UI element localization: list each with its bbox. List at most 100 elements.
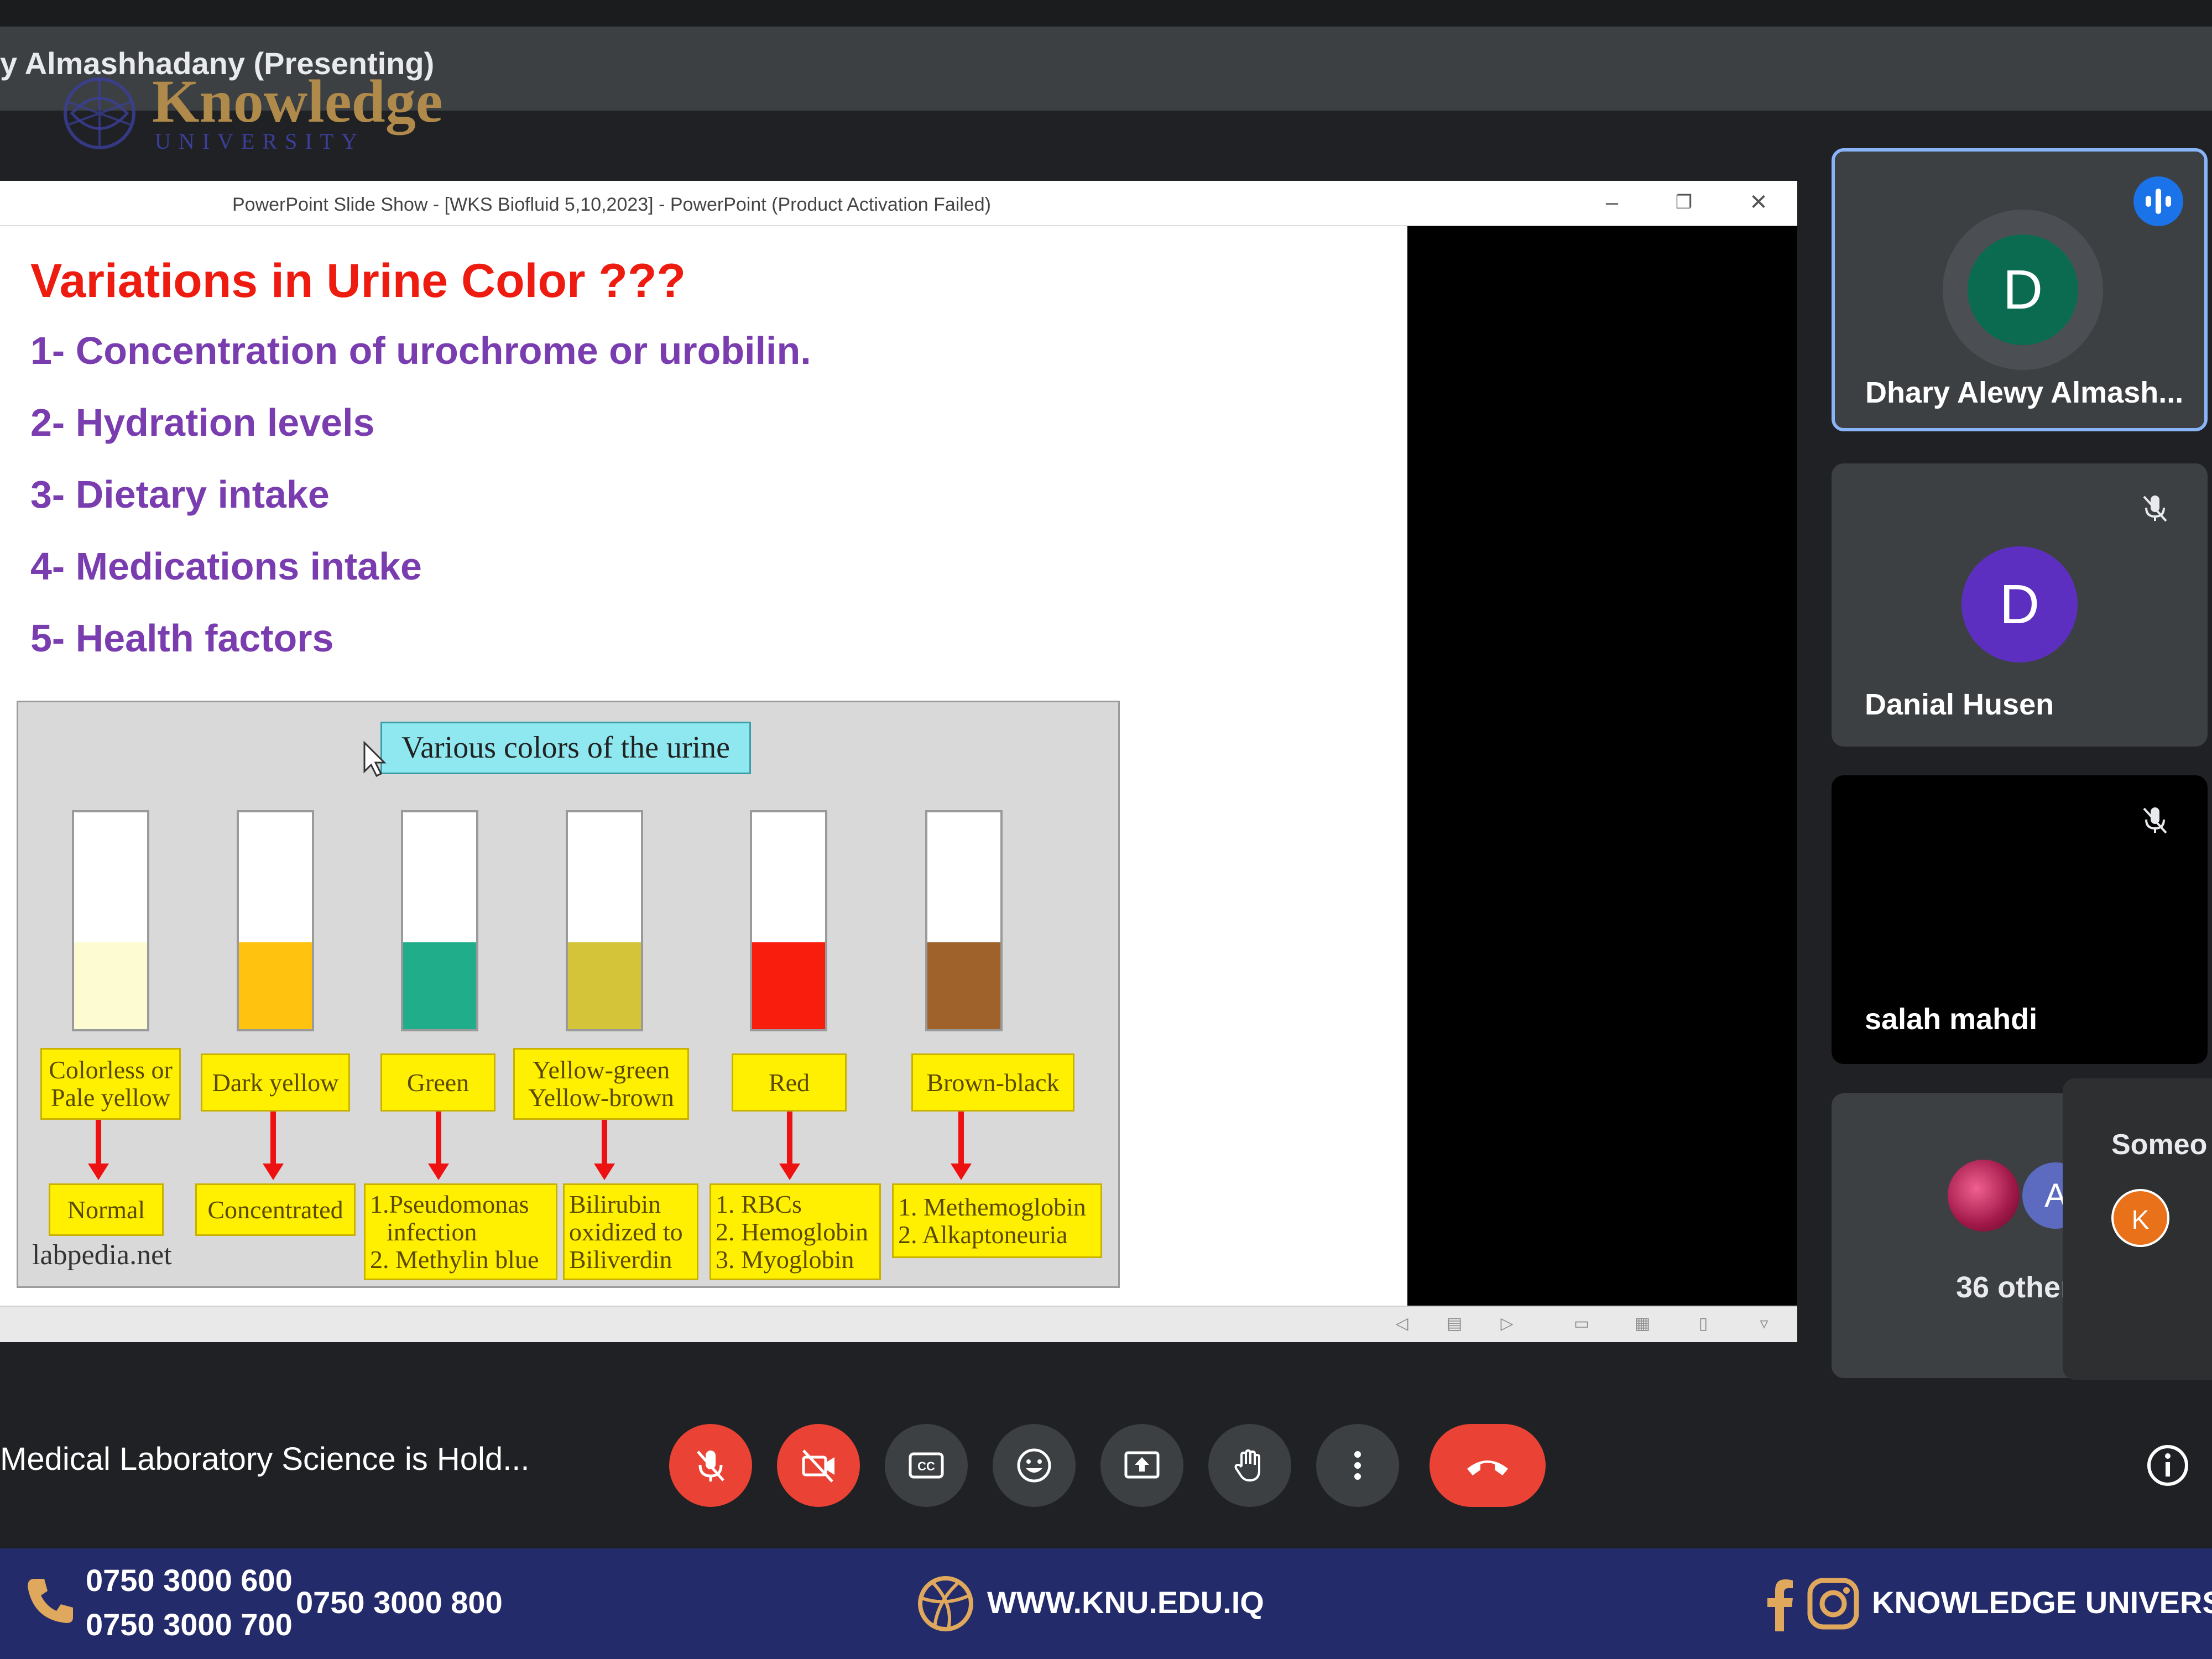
normal-view-icon[interactable]: ▭ xyxy=(1571,1314,1593,1333)
participant-name: Danial Husen xyxy=(1865,688,2054,721)
hang-up-icon xyxy=(1467,1460,1508,1475)
leave-call-button[interactable] xyxy=(1430,1424,1546,1507)
slide-title: Variations in Urine Color ??? xyxy=(30,254,686,307)
tube-fill xyxy=(568,942,641,1029)
present-screen-button[interactable] xyxy=(1100,1424,1183,1507)
participant-tile-danial[interactable]: D Danial Husen xyxy=(1832,463,2208,747)
captions-button[interactable]: CC xyxy=(885,1424,968,1507)
mic-toggle-button[interactable] xyxy=(669,1424,752,1507)
bullet-2: 2- Hydration levels xyxy=(30,401,375,444)
raise-hand-button[interactable] xyxy=(1208,1424,1291,1507)
menu-icon[interactable]: ▤ xyxy=(1443,1314,1465,1333)
meaning-line: 1. Methemoglobin xyxy=(898,1192,1086,1221)
arrow xyxy=(779,1112,800,1180)
slide: Variations in Urine Color ??? 1- Concent… xyxy=(0,226,1407,1306)
tube-label-red: Red xyxy=(732,1053,847,1112)
meaning-line: infection xyxy=(387,1217,477,1246)
info-icon[interactable] xyxy=(2146,1443,2190,1488)
restore-button[interactable]: ❐ xyxy=(1667,189,1700,216)
tube-pale-yellow xyxy=(72,810,149,1031)
phone-number-3: 0750 3000 800 xyxy=(296,1585,503,1620)
speaking-indicator-icon xyxy=(2133,176,2183,226)
knowledge-university-logo: Knowledge UNIVERSITY xyxy=(53,66,443,160)
tube-yellow-green xyxy=(566,810,643,1031)
hand-icon xyxy=(1234,1449,1260,1482)
facebook-icon[interactable] xyxy=(1764,1576,1797,1631)
label-line: Yellow-green xyxy=(532,1056,670,1084)
label-line: Dark yellow xyxy=(212,1068,339,1097)
tube-label-pale-yellow: Colorless or Pale yellow xyxy=(40,1048,181,1120)
meaning-line: 3. Myoglobin xyxy=(716,1245,854,1274)
phone-number-2: 0750 3000 700 xyxy=(86,1607,293,1642)
university-footer: 0750 3000 600 0750 3000 700 0750 3000 80… xyxy=(0,1548,2212,1659)
camera-toggle-button[interactable] xyxy=(777,1424,860,1507)
tube-label-brown-black: Brown-black xyxy=(911,1053,1074,1112)
tube-brown-black xyxy=(925,810,1003,1031)
powerpoint-window: PowerPoint Slide Show - [WKS Biofluid 5,… xyxy=(0,181,1797,1342)
urine-colors-figure: Various colors of the urine Colorless or… xyxy=(17,701,1120,1288)
tube-label-dark-yellow: Dark yellow xyxy=(201,1053,350,1112)
prev-slide-icon[interactable]: ◁ xyxy=(1391,1314,1413,1333)
mic-off-icon xyxy=(697,1451,724,1481)
social-handle: KNOWLEDGE UNIVERSITY xyxy=(1872,1585,2212,1620)
meaning-line: 2. Methylin blue xyxy=(370,1245,539,1274)
others-count: 36 other xyxy=(1956,1271,2073,1304)
ppt-titlebar: PowerPoint Slide Show - [WKS Biofluid 5,… xyxy=(0,181,1797,226)
captions-icon: CC xyxy=(909,1452,944,1479)
close-button[interactable]: ✕ xyxy=(1742,189,1775,216)
arrow xyxy=(428,1112,449,1180)
instagram-icon[interactable] xyxy=(1806,1576,1861,1631)
svg-text:CC: CC xyxy=(917,1459,935,1473)
tube-label-yellow-green: Yellow-green Yellow-brown xyxy=(513,1048,689,1120)
participant-tile-salah[interactable]: salah mahdi xyxy=(1832,775,2208,1064)
label-line: Colorless or xyxy=(49,1056,173,1084)
phone-icon xyxy=(28,1579,73,1623)
arrow xyxy=(263,1112,284,1180)
slide-sorter-icon[interactable]: ▦ xyxy=(1631,1314,1653,1333)
figure-caption: Various colors of the urine xyxy=(380,722,751,774)
meaning-line: Concentrated xyxy=(207,1195,343,1224)
meaning-line: Bilirubin xyxy=(569,1190,661,1218)
participant-tile-dhary[interactable]: D Dhary Alewy Almash... xyxy=(1832,148,2208,431)
meaning-line: 2. Hemoglobin xyxy=(716,1217,868,1246)
more-vert-icon xyxy=(1354,1451,1361,1480)
reactions-button[interactable] xyxy=(993,1424,1076,1507)
more-options-button[interactable] xyxy=(1316,1424,1399,1507)
meaning-concentrated: Concentrated xyxy=(195,1183,356,1236)
mic-off-icon xyxy=(2143,807,2167,834)
avatar: D xyxy=(1968,234,2078,345)
arrow xyxy=(594,1120,615,1180)
participant-photo-avatar xyxy=(1948,1160,2020,1232)
join-request-popup[interactable]: Someo K xyxy=(2063,1078,2212,1380)
camera-off-icon xyxy=(802,1449,834,1483)
meaning-line: 2. Alkaptoneuria xyxy=(898,1220,1068,1249)
tube-fill xyxy=(74,942,147,1029)
arrow xyxy=(88,1120,109,1180)
meaning-normal: Normal xyxy=(49,1183,164,1236)
meaning-methemoglobin: 1. Methemoglobin 2. Alkaptoneuria xyxy=(892,1183,1102,1258)
next-slide-icon[interactable]: ▷ xyxy=(1496,1314,1518,1333)
mouse-cursor-icon xyxy=(363,740,387,778)
top-strip xyxy=(0,0,2212,27)
label-line: Yellow-brown xyxy=(528,1083,674,1112)
slideshow-view-icon[interactable]: ▿ xyxy=(1753,1314,1775,1333)
meaning-rbcs: 1. RBCs 2. Hemoglobin 3. Myoglobin xyxy=(709,1183,881,1280)
minimize-button[interactable]: – xyxy=(1595,189,1629,216)
label-line: Brown-black xyxy=(926,1068,1060,1097)
meaning-line: Biliverdin xyxy=(569,1245,672,1274)
figure-credit: labpedia.net xyxy=(32,1239,172,1271)
meaning-line: 1.Pseudomonas xyxy=(370,1190,529,1218)
bullet-5: 5- Health factors xyxy=(30,617,334,660)
meaning-line: oxidized to xyxy=(569,1217,683,1246)
reading-view-icon[interactable]: ▯ xyxy=(1692,1314,1714,1333)
emoji-icon xyxy=(1017,1448,1051,1483)
label-line: Red xyxy=(768,1068,810,1097)
meaning-pseudomonas: 1.Pseudomonas infection 2. Methylin blue xyxy=(364,1183,557,1280)
tube-fill xyxy=(239,942,312,1029)
participant-name: Dhary Alewy Almash... xyxy=(1865,376,2184,409)
participant-name: salah mahdi xyxy=(1865,1003,2038,1036)
meaning-bilirubin: Bilirubin oxidized to Biliverdin xyxy=(563,1183,698,1280)
popup-text: Someo xyxy=(2111,1129,2208,1161)
website-link[interactable]: WWW.KNU.EDU.IQ xyxy=(987,1584,1264,1620)
avatar: D xyxy=(1961,546,2078,662)
